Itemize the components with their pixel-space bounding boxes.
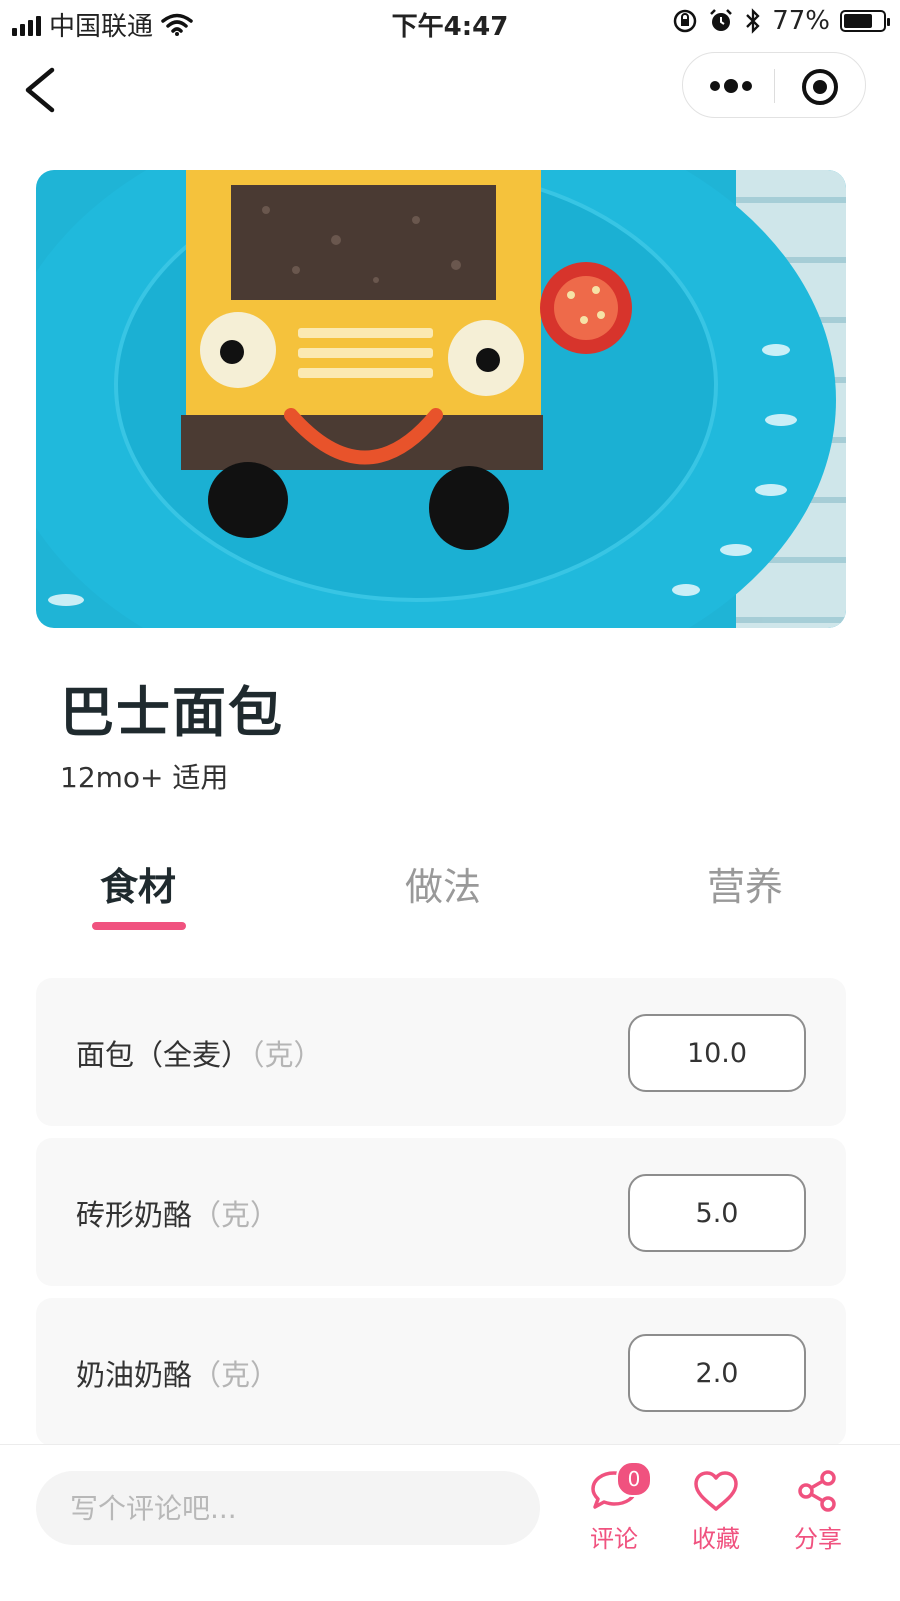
- more-dots-icon[interactable]: [709, 74, 753, 98]
- ingredient-quantity[interactable]: 2.0: [628, 1334, 806, 1412]
- ingredient-name-row: 砖形奶酪（克）: [76, 1192, 279, 1234]
- favorite-label: 收藏: [692, 1525, 740, 1553]
- bluetooth-icon: [746, 8, 760, 34]
- capsule-divider: [774, 69, 775, 103]
- share-label: 分享: [794, 1525, 842, 1553]
- ingredient-unit: （克）: [192, 1198, 280, 1232]
- ingredient-name: 砖形奶酪: [76, 1198, 193, 1232]
- bottom-action-bar: 0 评论 收藏 分享: [0, 1444, 900, 1601]
- active-tab-indicator: [92, 922, 186, 930]
- ingredient-name-row: 奶油奶酪（克）: [76, 1352, 279, 1394]
- chevron-left-icon[interactable]: [18, 62, 66, 118]
- status-bar: 中国联通 下午4:47 77%: [0, 0, 900, 44]
- comment-label: 评论: [590, 1525, 638, 1553]
- recipe-age: 12mo+ 适用: [60, 761, 229, 794]
- ingredient-unit: （克）: [192, 1358, 280, 1392]
- share-icon: [798, 1470, 836, 1512]
- comment-input[interactable]: [36, 1471, 540, 1545]
- battery-percent: 77%: [772, 6, 830, 36]
- alarm-icon: [710, 9, 733, 31]
- tab-method[interactable]: 做法: [405, 856, 481, 911]
- target-icon[interactable]: [801, 68, 839, 106]
- heart-icon: [694, 1471, 738, 1511]
- ingredient-card: 面包（全麦）（克） 10.0: [36, 978, 846, 1126]
- status-right: 77%: [672, 6, 890, 36]
- ingredient-card: 奶油奶酪（克） 2.0: [36, 1298, 846, 1446]
- recipe-photo: [36, 170, 846, 628]
- orientation-lock-icon: [673, 9, 697, 33]
- ingredient-name: 奶油奶酪: [76, 1358, 193, 1392]
- ingredient-quantity[interactable]: 10.0: [628, 1014, 806, 1092]
- battery-icon: [840, 10, 890, 32]
- tab-ingredients[interactable]: 食材: [100, 856, 176, 911]
- ingredient-quantity[interactable]: 5.0: [628, 1174, 806, 1252]
- comment-count-badge: 0: [616, 1461, 652, 1497]
- ingredient-name-row: 面包（全麦）（克）: [76, 1032, 323, 1074]
- mini-program-capsule: [682, 52, 866, 118]
- ingredient-card: 砖形奶酪（克） 5.0: [36, 1138, 846, 1286]
- ingredient-name: 面包（全麦）: [76, 1038, 251, 1072]
- share-button[interactable]: 分享: [778, 1469, 858, 1554]
- tab-nutrition[interactable]: 营养: [707, 856, 783, 911]
- comment-button[interactable]: 0 评论: [574, 1461, 654, 1554]
- recipe-title: 巴士面包: [60, 681, 284, 744]
- favorite-button[interactable]: 收藏: [676, 1469, 756, 1554]
- ingredient-unit: （克）: [250, 1038, 323, 1072]
